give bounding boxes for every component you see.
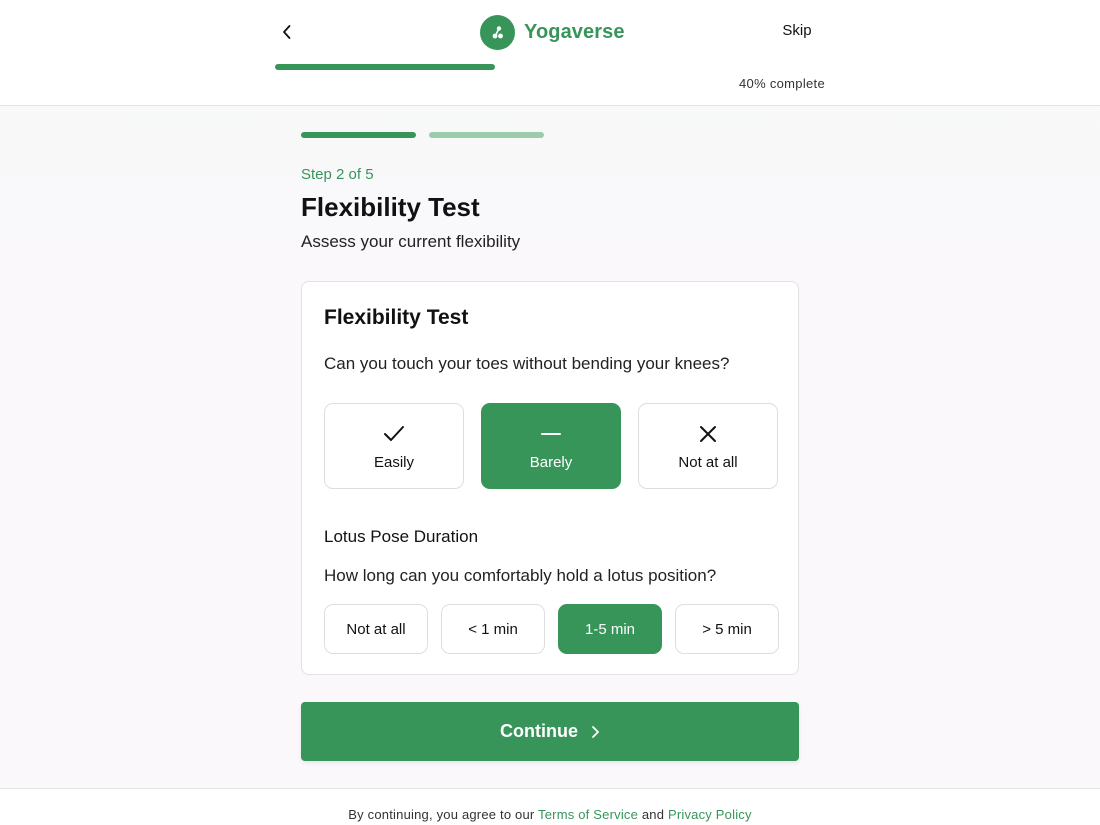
page-subtitle: Assess your current flexibility (301, 232, 521, 251)
step-segment-1 (301, 132, 416, 138)
brand-name: Yogaverse (524, 21, 625, 43)
chevron-right-icon (590, 725, 600, 739)
continue-label: Continue (500, 721, 578, 741)
footer-and: and (641, 807, 665, 822)
step-segment-2 (429, 132, 544, 138)
minus-icon (541, 422, 561, 446)
lotus-option-3[interactable]: 1-5 min (558, 604, 662, 654)
brand: Yogaverse (480, 15, 625, 50)
toe-touch-option-not-at-all[interactable]: Not at all (638, 403, 778, 489)
question-card: Flexibility Test Can you touch your toes… (301, 281, 799, 675)
header-progress-fill (275, 64, 495, 70)
privacy-policy-link[interactable]: Privacy Policy (668, 807, 752, 822)
continue-button[interactable]: Continue (301, 702, 799, 761)
lotus-duration-options: Not at all < 1 min 1-5 min > 5 min (324, 604, 779, 654)
lotus-option-2[interactable]: < 1 min (441, 604, 545, 654)
option-label: Easily (373, 453, 414, 471)
page-title: Flexibility Test (301, 192, 480, 222)
check-icon (383, 422, 405, 446)
toe-touch-question: Can you touch your toes without bending … (324, 354, 730, 373)
footer-prefix: By continuing, you agree to our (348, 807, 535, 822)
top-header: Yogaverse Skip 40% complete (0, 0, 1100, 106)
meditation-logo-icon (480, 15, 515, 50)
toe-touch-option-easily[interactable]: Easily (324, 403, 464, 489)
lotus-section-title: Lotus Pose Duration (324, 527, 479, 546)
lotus-option-1[interactable]: Not at all (324, 604, 428, 654)
header-progress-bar (275, 64, 825, 70)
skip-button[interactable]: Skip (770, 22, 824, 39)
legal-footer: By continuing, you agree to our Terms of… (0, 788, 1100, 825)
progress-text: 40% complete (739, 76, 825, 91)
terms-of-service-link[interactable]: Terms of Service (538, 807, 638, 822)
card-title: Flexibility Test (324, 306, 469, 329)
option-label: Not at all (678, 453, 738, 471)
step-label: Step 2 of 5 (301, 166, 374, 183)
option-label: Barely (529, 453, 573, 471)
toe-touch-options: Easily Barely Not at all (324, 403, 778, 489)
toe-touch-option-barely[interactable]: Barely (481, 403, 621, 489)
lotus-question: How long can you comfortably hold a lotu… (324, 566, 717, 585)
back-button[interactable] (276, 20, 298, 44)
lotus-option-4[interactable]: > 5 min (675, 604, 779, 654)
x-icon (699, 422, 717, 446)
chevron-left-icon (283, 25, 291, 39)
step-segments (301, 132, 544, 138)
